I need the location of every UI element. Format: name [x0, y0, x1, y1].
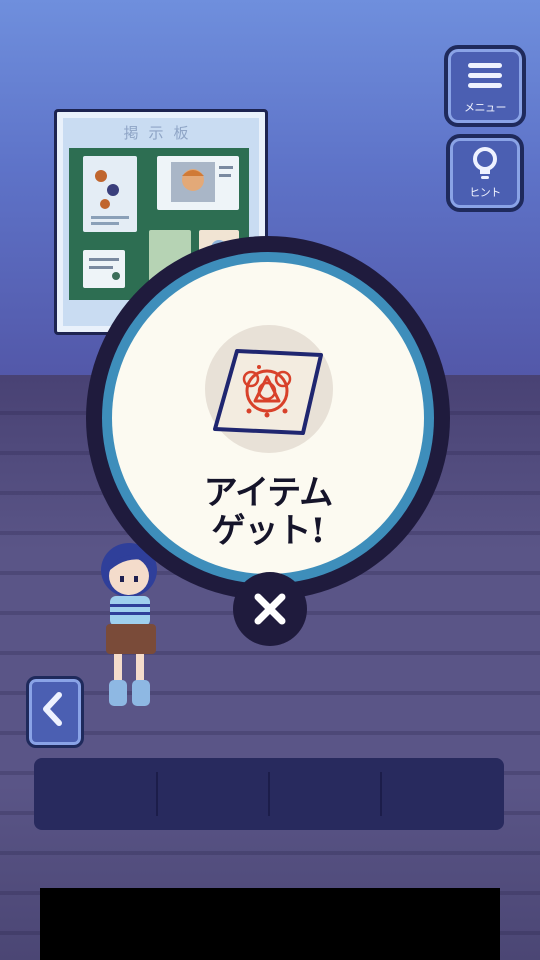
menu-label: メニュー: [464, 101, 507, 114]
player-character[interactable]: [96, 540, 166, 715]
poster-illustration: [89, 258, 120, 280]
cloth-with-red-symbol-icon[interactable]: [209, 345, 331, 441]
poster-card: [83, 250, 125, 288]
item-get-message: アイテム ゲット!: [112, 474, 424, 550]
inventory-divider: [268, 772, 270, 816]
item-get-line1: アイテム: [203, 473, 334, 513]
hint-label: ヒント: [469, 186, 501, 199]
close-icon: [254, 593, 286, 625]
item-get-line2: ゲット!: [211, 511, 326, 551]
poster-illustration: [171, 162, 233, 202]
menu-icon: [468, 63, 502, 88]
inventory-divider: [380, 772, 382, 816]
menu-button[interactable]: メニュー: [444, 45, 526, 127]
lightbulb-icon: [473, 147, 497, 179]
bulletin-board-title: 掲示板: [123, 124, 199, 142]
close-button[interactable]: [233, 572, 307, 646]
inventory-divider: [156, 772, 158, 816]
poster-card: [83, 156, 137, 232]
poster-card: [157, 156, 239, 210]
ad-banner[interactable]: [40, 888, 500, 960]
inventory-bar: [34, 758, 504, 830]
chevron-left-icon: [43, 692, 62, 726]
poster-illustration: [91, 170, 129, 225]
back-button[interactable]: [26, 676, 84, 748]
hint-button[interactable]: ヒント: [446, 134, 524, 212]
